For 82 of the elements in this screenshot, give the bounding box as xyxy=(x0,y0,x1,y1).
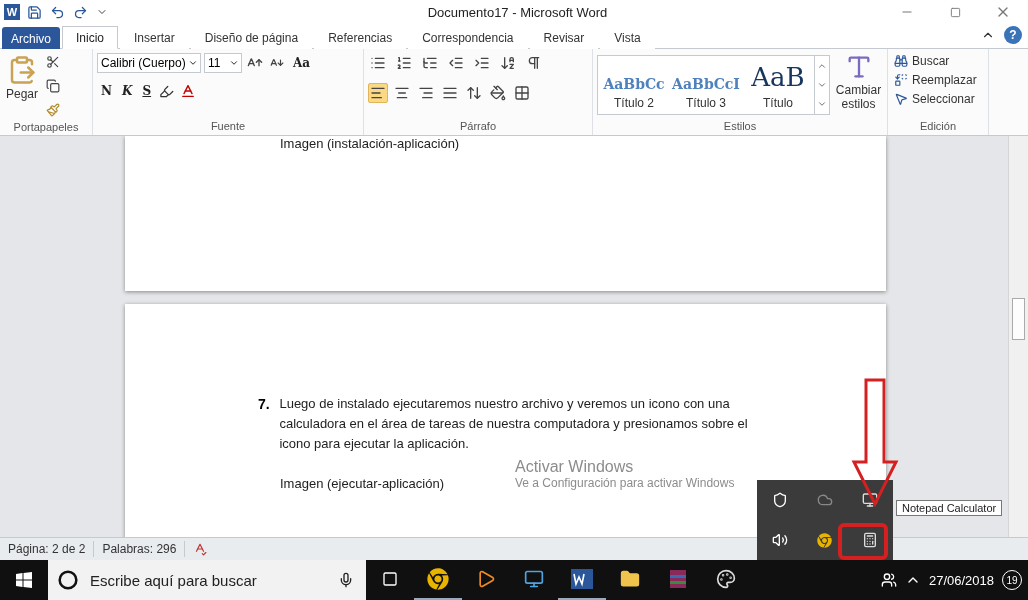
window-title: Documento17 - Microsoft Word xyxy=(426,4,609,20)
microphone-icon[interactable] xyxy=(338,572,354,588)
archive-app-icon[interactable] xyxy=(669,569,687,589)
cut-icon[interactable] xyxy=(46,55,61,69)
play-icon[interactable] xyxy=(476,569,496,589)
increase-indent-icon[interactable] xyxy=(474,55,490,71)
search-field[interactable]: Escribe aquí para buscar xyxy=(48,560,366,600)
taskbar-date: 27/06/2018 xyxy=(928,572,994,588)
spelling-check-icon[interactable] xyxy=(193,542,208,556)
font-style-button[interactable]: K xyxy=(117,82,137,100)
caret-icon[interactable] xyxy=(229,58,239,68)
word-app-icon[interactable] xyxy=(571,569,593,589)
caret-icon[interactable] xyxy=(188,58,198,68)
pilcrow-icon[interactable] xyxy=(526,55,542,71)
file-tab[interactable]: Archivo xyxy=(2,27,60,49)
group-label: Portapapeles xyxy=(12,120,80,135)
activation-text: Ve a Configuración para activar Windows xyxy=(515,476,735,490)
monitor-icon[interactable] xyxy=(862,492,879,508)
search-input[interactable]: Escribe aquí para buscar xyxy=(88,570,328,590)
format-painter-icon[interactable] xyxy=(46,103,61,117)
editing-button[interactable]: Reemplazar xyxy=(892,72,979,88)
shield-icon[interactable] xyxy=(771,492,788,508)
multilevel-list-icon[interactable] xyxy=(422,55,438,71)
ring-icon xyxy=(58,570,78,590)
task-view-icon[interactable] xyxy=(382,571,398,587)
line-spacing-icon[interactable] xyxy=(466,85,482,101)
editing-button[interactable]: Buscar xyxy=(892,53,979,69)
save-icon[interactable] xyxy=(27,4,42,20)
font-size-field[interactable]: 11 xyxy=(204,53,242,73)
group-label: Estilos xyxy=(722,119,758,134)
activation-title: Activar Windows xyxy=(515,458,634,476)
copy-icon[interactable] xyxy=(46,79,61,93)
bullets-icon[interactable] xyxy=(370,55,386,71)
image-caption: Imagen (ejecutar-aplicación) xyxy=(280,475,445,493)
highlighter-icon[interactable] xyxy=(159,83,175,99)
change-case-button[interactable]: Aa xyxy=(289,54,315,72)
style-item[interactable]: AaB Título xyxy=(742,56,814,114)
change-styles-button[interactable]: Cambiar estilos xyxy=(834,53,883,118)
paragraph-text: Luego de instalado ejecutaremos nuestro archivo y veremos un icono con una calculadora en el área de tareas de nuestra computadora y presionamos sobre el icono para ejecutar la aplicación. xyxy=(279,395,749,453)
list-number: 7. xyxy=(258,395,271,414)
undo-icon[interactable] xyxy=(50,4,65,20)
folder-icon[interactable] xyxy=(620,569,640,589)
word-logo: W xyxy=(4,4,20,20)
sort-icon[interactable] xyxy=(500,55,516,71)
font-style-button[interactable]: S xyxy=(138,82,156,100)
ribbon-tab[interactable]: Inicio xyxy=(62,26,119,49)
binoculars-icon xyxy=(894,54,908,68)
tooltip: Notepad Calculator xyxy=(896,500,1003,516)
pointer-icon xyxy=(894,92,908,106)
speaker-icon[interactable] xyxy=(771,532,788,548)
style-item[interactable]: AaBbCcI Título 3 xyxy=(670,56,742,114)
group-label: Edición xyxy=(918,119,958,134)
borders-icon[interactable] xyxy=(514,85,530,101)
calculator-icon[interactable] xyxy=(862,532,879,548)
monitor-icon[interactable] xyxy=(524,569,544,589)
numbering-icon[interactable] xyxy=(396,55,412,71)
decrease-indent-icon[interactable] xyxy=(448,55,464,71)
browser-icon[interactable] xyxy=(427,568,449,590)
status-item: Palabras: 296 xyxy=(94,541,186,557)
font-style-button[interactable]: N xyxy=(97,82,116,100)
palette-icon[interactable] xyxy=(716,569,736,589)
image-caption: Imagen (instalación-aplicación) xyxy=(280,136,460,153)
shading-icon[interactable] xyxy=(490,85,506,101)
replace-icon xyxy=(894,73,908,87)
highlight-rectangle xyxy=(838,523,888,560)
align-button[interactable] xyxy=(368,83,388,103)
group-label: Párrafo xyxy=(458,119,498,134)
restore-icon[interactable] xyxy=(949,6,961,18)
browser-icon[interactable] xyxy=(817,532,833,548)
windows-logo-icon[interactable] xyxy=(16,572,32,588)
style-item[interactable]: AaBbCc Título 2 xyxy=(598,56,670,114)
editing-button[interactable]: Seleccionar xyxy=(892,91,979,107)
redo-icon[interactable] xyxy=(73,4,88,20)
cloud-icon[interactable] xyxy=(817,492,833,508)
font-name-field[interactable]: Calibri (Cuerpo) xyxy=(97,53,201,73)
font-color-icon[interactable] xyxy=(180,83,197,99)
vertical-scrollbar[interactable] xyxy=(1008,136,1028,537)
group-label: Fuente xyxy=(209,119,247,134)
paste-button[interactable]: Pegar xyxy=(4,53,41,119)
people-icon[interactable] xyxy=(880,572,897,588)
status-item: Página: 2 de 2 xyxy=(0,541,95,557)
help-button[interactable]: ? xyxy=(1004,26,1022,44)
